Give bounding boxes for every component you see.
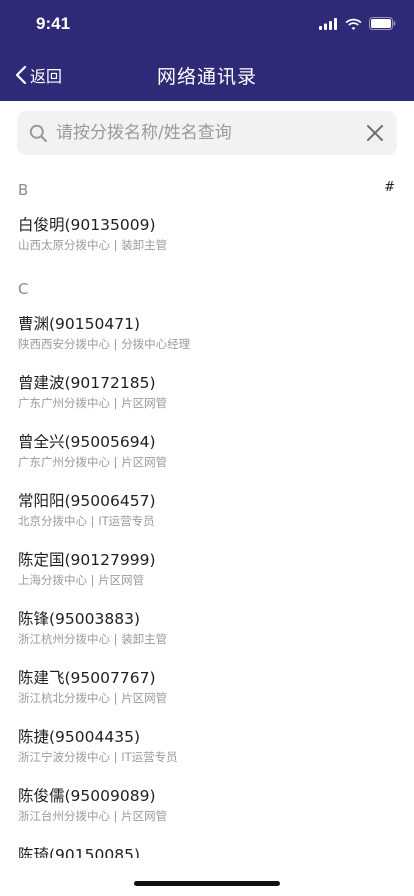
contact-role: IT运营专员 bbox=[98, 514, 155, 528]
contact-role: 片区网管 bbox=[121, 396, 168, 410]
contact-role: 片区网管 bbox=[121, 455, 168, 469]
contact-detail: 广东广州分拨中心 | 片区网管 bbox=[18, 453, 414, 471]
contact-name: 陈锋(95003883) bbox=[18, 610, 140, 628]
home-indicator bbox=[134, 881, 280, 886]
status-bar: 9:41 bbox=[0, 0, 414, 50]
clear-icon[interactable] bbox=[365, 123, 385, 143]
contact-org: 浙江台州分拨中心 bbox=[18, 809, 110, 823]
contact-org: 广东广州分拨中心 bbox=[18, 396, 110, 410]
separator: | bbox=[87, 573, 99, 587]
contact-name: 白俊明(90135009) bbox=[18, 216, 156, 234]
contact-org: 浙江宁波分拨中心 bbox=[18, 750, 110, 764]
contact-detail: 广东广州分拨中心 | 片区网管 bbox=[18, 394, 414, 412]
separator: | bbox=[110, 455, 122, 469]
contact-detail: 浙江杭北分拨中心 | 片区网管 bbox=[18, 689, 414, 707]
contact-org: 浙江杭北分拨中心 bbox=[18, 691, 110, 705]
separator: | bbox=[110, 691, 122, 705]
signal-icon bbox=[319, 17, 337, 30]
contact-org: 陕西西安分拨中心 bbox=[18, 337, 110, 351]
contact-detail: 陕西西安分拨中心 | 分拨中心经理 bbox=[18, 335, 414, 353]
status-icons bbox=[319, 17, 396, 30]
search-icon bbox=[29, 124, 48, 142]
contact-name: 陈琦(90150085) bbox=[18, 846, 140, 860]
page-title: 网络通讯录 bbox=[156, 66, 257, 88]
app-header: 9:41 返回 网络通讯录 bbox=[0, 0, 414, 101]
search-bar bbox=[17, 111, 397, 155]
contact-item[interactable]: 曾全兴(95005694) 广东广州分拨中心 | 片区网管 bbox=[0, 427, 414, 486]
contact-name: 陈俊儒(95009089) bbox=[18, 787, 156, 805]
contact-role: 分拨中心经理 bbox=[121, 337, 191, 351]
contact-detail: 浙江杭州分拨中心 | 装卸主管 bbox=[18, 630, 414, 648]
contact-item[interactable]: 陈锋(95003883) 浙江杭州分拨中心 | 装卸主管 bbox=[0, 604, 414, 663]
contact-role: IT运营专员 bbox=[121, 750, 178, 764]
separator: | bbox=[110, 238, 122, 252]
section-header: B bbox=[18, 181, 29, 199]
separator: | bbox=[110, 337, 122, 351]
contact-name: 陈定国(90127999) bbox=[18, 551, 156, 569]
contact-item[interactable]: 白俊明(90135009) 山西太原分拨中心 | 装卸主管 bbox=[0, 210, 414, 269]
contact-item[interactable]: 陈俊儒(95009089) 浙江台州分拨中心 | 片区网管 bbox=[0, 781, 414, 840]
contact-item[interactable]: 陈建飞(95007767) 浙江杭北分拨中心 | 片区网管 bbox=[0, 663, 414, 722]
separator: | bbox=[110, 632, 122, 646]
contact-detail: 北京分拨中心 | IT运营专员 bbox=[18, 512, 414, 530]
contact-role: 装卸主管 bbox=[121, 632, 168, 646]
contact-name: 曾建波(90172185) bbox=[18, 374, 156, 392]
contact-detail: 浙江台州分拨中心 | 片区网管 bbox=[18, 807, 414, 825]
contact-name: 陈捷(95004435) bbox=[18, 728, 140, 746]
contact-name: 曾全兴(95005694) bbox=[18, 433, 156, 451]
contact-detail: 上海分拨中心 | 片区网管 bbox=[18, 571, 414, 589]
search-box bbox=[17, 111, 397, 155]
contact-role: 片区网管 bbox=[121, 809, 168, 823]
contact-role: 片区网管 bbox=[98, 573, 145, 587]
contact-name: 曹渊(90150471) bbox=[18, 315, 140, 333]
contact-org: 广东广州分拨中心 bbox=[18, 455, 110, 469]
search-input[interactable] bbox=[56, 123, 365, 143]
contact-name: 陈建飞(95007767) bbox=[18, 669, 156, 687]
wifi-icon bbox=[345, 18, 362, 30]
contact-name: 常阳阳(95006457) bbox=[18, 492, 156, 510]
separator: | bbox=[110, 809, 122, 823]
contact-item[interactable]: 陈捷(95004435) 浙江宁波分拨中心 | IT运营专员 bbox=[0, 722, 414, 781]
contact-item[interactable]: 曾建波(90172185) 广东广州分拨中心 | 片区网管 bbox=[0, 368, 414, 427]
contact-role: 片区网管 bbox=[121, 691, 168, 705]
separator: | bbox=[87, 514, 99, 528]
contact-item[interactable]: 曹渊(90150471) 陕西西安分拨中心 | 分拨中心经理 bbox=[0, 309, 414, 368]
battery-icon bbox=[369, 17, 396, 30]
contact-list: B 白俊明(90135009) 山西太原分拨中心 | 装卸主管 C 曹渊(9015047… bbox=[0, 170, 414, 860]
contact-org: 山西太原分拨中心 bbox=[18, 238, 110, 252]
navigation-bar: 返回 网络通讯录 bbox=[0, 50, 414, 101]
contact-org: 浙江杭州分拨中心 bbox=[18, 632, 110, 646]
contact-role: 装卸主管 bbox=[121, 238, 168, 252]
status-time: 9:41 bbox=[36, 14, 71, 33]
contact-detail: 山西太原分拨中心 | 装卸主管 bbox=[18, 236, 414, 254]
separator: | bbox=[110, 750, 122, 764]
contact-org: 北京分拨中心 bbox=[18, 514, 87, 528]
contact-org: 上海分拨中心 bbox=[18, 573, 87, 587]
bottom-safe-area bbox=[0, 858, 414, 896]
contact-item[interactable]: 陈琦(90150085) bbox=[0, 840, 414, 860]
contact-item[interactable]: 陈定国(90127999) 上海分拨中心 | 片区网管 bbox=[0, 545, 414, 604]
contact-detail: 浙江宁波分拨中心 | IT运营专员 bbox=[18, 748, 414, 766]
contact-item[interactable]: 常阳阳(95006457) 北京分拨中心 | IT运营专员 bbox=[0, 486, 414, 545]
section-header: C bbox=[18, 280, 29, 298]
separator: | bbox=[110, 396, 122, 410]
